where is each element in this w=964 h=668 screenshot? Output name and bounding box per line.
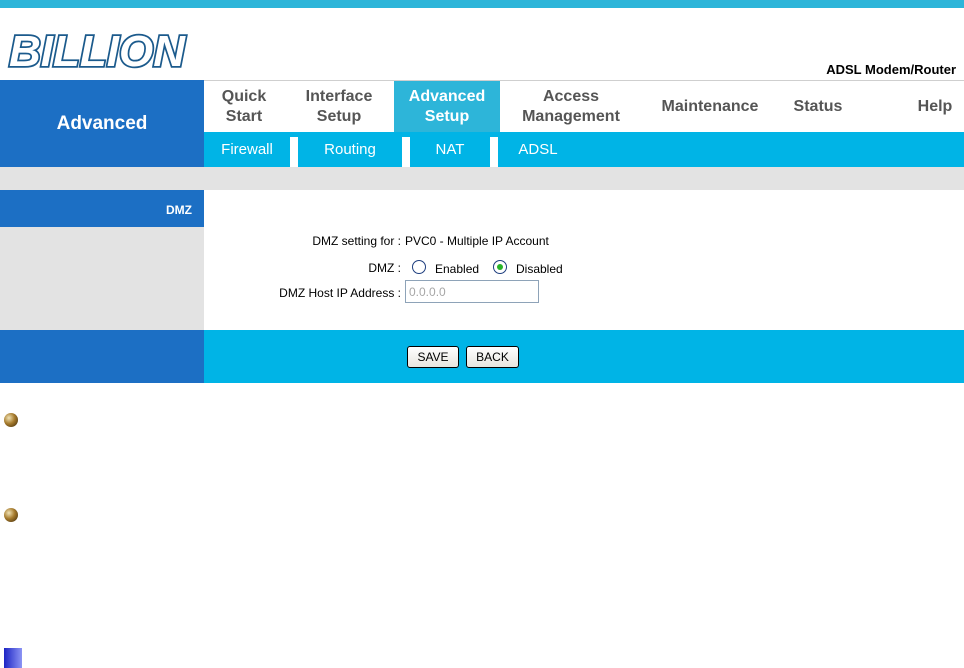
main-menu: Quick Start Interface Setup Advanced Setup …	[204, 80, 964, 133]
menu-access-management[interactable]: Access Management	[506, 81, 636, 133]
submenu-nat[interactable]: NAT	[410, 132, 490, 167]
dmz-setting-for-value: PVC0 - Multiple IP Account	[405, 234, 549, 248]
submenu-divider	[490, 137, 498, 167]
dmz-disabled-radio[interactable]	[493, 260, 507, 274]
section-title: Advanced	[0, 80, 204, 167]
dmz-enabled-radio[interactable]	[412, 260, 426, 274]
top-accent-bar	[0, 0, 964, 8]
brand-logo: BILLION	[7, 26, 188, 76]
dmz-setting-for-label: DMZ setting for :	[312, 234, 401, 248]
dmz-host-ip-label: DMZ Host IP Address :	[279, 286, 401, 300]
blue-square-icon	[4, 648, 22, 668]
bullet-icon	[4, 508, 18, 522]
save-button[interactable]: SAVE	[407, 346, 459, 368]
back-button[interactable]: BACK	[466, 346, 519, 368]
menu-interface-setup[interactable]: Interface Setup	[290, 81, 388, 133]
bullet-icon	[4, 413, 18, 427]
menu-advanced-setup[interactable]: Advanced Setup	[394, 81, 500, 133]
menu-status[interactable]: Status	[778, 81, 858, 133]
menu-maintenance[interactable]: Maintenance	[642, 81, 778, 133]
submenu-divider	[290, 137, 298, 167]
section-side-panel	[0, 227, 204, 330]
gray-strip	[0, 167, 964, 190]
dmz-enabled-label: Enabled	[435, 262, 480, 276]
svg-text:BILLION: BILLION	[9, 27, 186, 76]
submenu-routing[interactable]: Routing	[298, 132, 402, 167]
dmz-label: DMZ :	[368, 261, 401, 275]
footer-button-bar	[204, 330, 964, 383]
submenu-adsl[interactable]: ADSL	[498, 132, 578, 167]
model-name: ADSL Modem/Router	[826, 62, 956, 77]
submenu-firewall[interactable]: Firewall	[204, 132, 290, 167]
radio-selected-dot	[497, 264, 503, 270]
dmz-host-ip-input[interactable]: 0.0.0.0	[405, 280, 539, 303]
sub-menu: Firewall Routing NAT ADSL	[204, 132, 964, 167]
menu-help[interactable]: Help	[898, 81, 964, 133]
submenu-divider	[402, 137, 410, 167]
menu-quick-start[interactable]: Quick Start	[204, 81, 284, 133]
dmz-disabled-label: Disabled	[516, 262, 563, 276]
dmz-section-title: DMZ	[0, 190, 204, 227]
footer-left-panel	[0, 330, 204, 383]
